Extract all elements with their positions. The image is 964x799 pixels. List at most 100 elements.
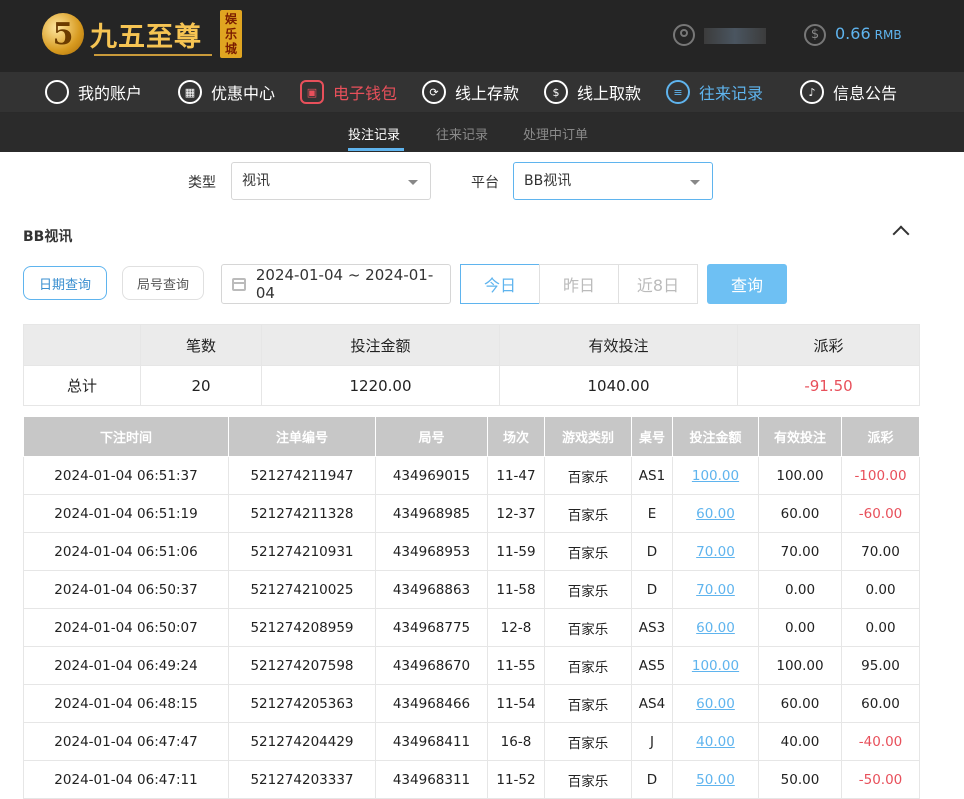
cell-valid-bet: 0.00 (758, 608, 842, 647)
records-table: 下注时间 注单编号 局号 场次 游戏类别 桌号 投注金额 有效投注 派彩 202… (23, 416, 920, 799)
brand-logo[interactable]: 5 九五至尊 娱乐城 (42, 8, 242, 60)
top-bar: 5 九五至尊 娱乐城 $ 0.66 RMB (0, 0, 964, 72)
cell-bet-amount[interactable]: 50.00 (672, 760, 759, 799)
cell-payout: -50.00 (841, 760, 920, 799)
bet-amount-link[interactable]: 60.00 (696, 696, 735, 712)
cell-round-no: 434968411 (375, 722, 488, 761)
platform-label: 平台 (471, 175, 499, 191)
brand-title: 九五至尊 (90, 21, 202, 53)
summary-header-cell: 投注金额 (261, 324, 500, 366)
nav-item-transaction-records[interactable]: ≡ 往来记录 (666, 72, 763, 112)
col-header-bet-amount: 投注金额 (672, 416, 759, 457)
type-label: 类型 (188, 175, 216, 191)
bet-amount-link[interactable]: 50.00 (696, 772, 735, 788)
nav-item-ewallet[interactable]: ▣ 电子钱包 (300, 72, 397, 112)
type-select[interactable]: 视讯 (231, 162, 431, 200)
cell-session: 12-37 (487, 494, 545, 533)
summary-header-cell: 笔数 (140, 324, 262, 366)
cell-session: 16-8 (487, 722, 545, 761)
round-query-button[interactable]: 局号查询 (122, 266, 204, 300)
cell-table-no: J (631, 722, 673, 761)
deposit-icon: ⟳ (422, 80, 446, 104)
cell-round-no: 434968466 (375, 684, 488, 723)
summary-cell: 20 (140, 365, 262, 406)
cell-round-no: 434969015 (375, 456, 488, 495)
platform-select[interactable]: BB视讯 (513, 162, 713, 200)
cell-bet-time: 2024-01-04 06:47:47 (23, 722, 229, 761)
date-query-button[interactable]: 日期查询 (23, 266, 107, 300)
tab-pending-orders[interactable]: 处理中订单 (523, 124, 588, 143)
cell-order-no: 521274207598 (228, 646, 376, 685)
table-row: 2024-01-04 06:50:37 521274210025 434968863… (23, 570, 920, 609)
nav-item-announcements[interactable]: ♪ 信息公告 (800, 72, 897, 112)
cell-session: 11-54 (487, 684, 545, 723)
query-button[interactable]: 查询 (707, 264, 787, 304)
quick-range-8days[interactable]: 近8日 (618, 264, 698, 304)
cell-bet-amount[interactable]: 60.00 (672, 608, 759, 647)
cell-payout: 95.00 (841, 646, 920, 685)
tab-bet-records[interactable]: 投注记录 (348, 124, 400, 143)
cell-bet-amount[interactable]: 60.00 (672, 684, 759, 723)
cell-session: 11-59 (487, 532, 545, 571)
summary-cell: 1220.00 (261, 365, 500, 406)
summary-header-cell (23, 324, 141, 366)
table-row: 2024-01-04 06:51:37 521274211947 434969015… (23, 456, 920, 495)
calendar-icon (232, 277, 246, 291)
bet-amount-link[interactable]: 70.00 (696, 582, 735, 598)
date-range-value: 2024-01-04 ~ 2024-01-04 (255, 266, 434, 302)
cell-order-no: 521274211947 (228, 456, 376, 495)
cell-bet-amount[interactable]: 40.00 (672, 722, 759, 761)
cell-table-no: E (631, 494, 673, 533)
col-header-round-no: 局号 (375, 416, 488, 457)
records-body: 2024-01-04 06:51:37 521274211947 434969015… (23, 456, 920, 799)
nav-item-online-withdraw[interactable]: $ 线上取款 (544, 72, 641, 112)
cell-bet-amount[interactable]: 60.00 (672, 494, 759, 533)
sub-nav: 投注记录 往来记录 处理中订单 (0, 113, 964, 152)
cell-table-no: AS3 (631, 608, 673, 647)
user-icon[interactable] (673, 24, 695, 46)
table-row: 2024-01-04 06:51:19 521274211328 434968985… (23, 494, 920, 533)
cell-bet-amount[interactable]: 70.00 (672, 532, 759, 571)
col-header-game-type: 游戏类别 (544, 416, 632, 457)
bet-amount-link[interactable]: 60.00 (696, 506, 735, 522)
bet-amount-link[interactable]: 100.00 (692, 658, 739, 674)
cell-bet-amount[interactable]: 70.00 (672, 570, 759, 609)
platform-select-value: BB视讯 (524, 173, 572, 189)
cell-payout: -60.00 (841, 494, 920, 533)
tab-transaction-records[interactable]: 往来记录 (436, 124, 488, 143)
quick-range-yesterday[interactable]: 昨日 (539, 264, 619, 304)
cell-session: 11-47 (487, 456, 545, 495)
coin-icon: $ (804, 24, 826, 46)
bet-amount-link[interactable]: 70.00 (696, 544, 735, 560)
nav-label: 线上取款 (577, 84, 642, 103)
cell-bet-time: 2024-01-04 06:50:37 (23, 570, 229, 609)
nav-item-my-account[interactable]: 我的账户 (45, 72, 142, 112)
summary-header-cell: 有效投注 (499, 324, 738, 366)
cell-session: 12-8 (487, 608, 545, 647)
user-circle-icon (45, 80, 69, 104)
col-header-payout: 派彩 (841, 416, 920, 457)
nav-item-online-deposit[interactable]: ⟳ 线上存款 (422, 72, 519, 112)
bet-amount-link[interactable]: 60.00 (696, 620, 735, 636)
date-range-input[interactable]: 2024-01-04 ~ 2024-01-04 (221, 264, 451, 304)
cell-order-no: 521274203337 (228, 760, 376, 799)
bet-amount-link[interactable]: 40.00 (696, 734, 735, 750)
summary-header-cell: 派彩 (737, 324, 920, 366)
cell-bet-amount[interactable]: 100.00 (672, 646, 759, 685)
table-row: 2024-01-04 06:47:11 521274203337 434968311… (23, 760, 920, 799)
nav-label: 信息公告 (833, 84, 898, 103)
nav-label: 电子钱包 (333, 84, 398, 103)
cell-valid-bet: 60.00 (758, 494, 842, 533)
cell-payout: 0.00 (841, 608, 920, 647)
col-header-table-no: 桌号 (631, 416, 673, 457)
summary-total-row: 总计 20 1220.00 1040.00 -91.50 (23, 365, 920, 406)
cell-bet-amount[interactable]: 100.00 (672, 456, 759, 495)
chevron-up-icon[interactable] (892, 225, 910, 243)
table-row: 2024-01-04 06:50:07 521274208959 434968775… (23, 608, 920, 647)
table-row: 2024-01-04 06:48:15 521274205363 434968466… (23, 684, 920, 723)
cell-game-type: 百家乐 (544, 456, 632, 495)
cell-bet-time: 2024-01-04 06:51:19 (23, 494, 229, 533)
nav-item-promotions[interactable]: ▦ 优惠中心 (178, 72, 275, 112)
bet-amount-link[interactable]: 100.00 (692, 468, 739, 484)
quick-range-today[interactable]: 今日 (460, 264, 540, 304)
